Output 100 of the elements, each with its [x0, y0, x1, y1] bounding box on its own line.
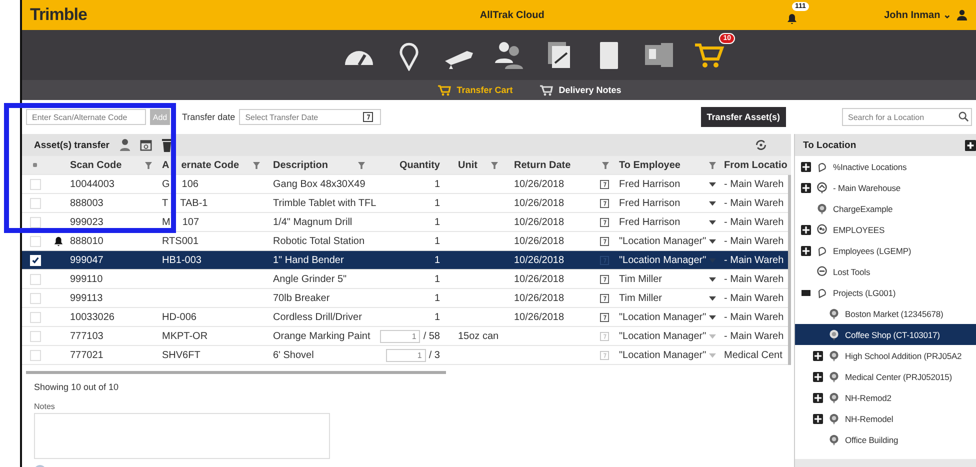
location-item[interactable]: Office Building	[795, 429, 976, 450]
table-cell: 1" Hand Bender	[273, 254, 344, 266]
add-icon[interactable]	[965, 140, 976, 150]
trimble-logo[interactable]: Trimble	[30, 5, 87, 25]
caret-icon[interactable]	[709, 200, 716, 206]
expand-icon[interactable]	[813, 372, 823, 382]
row-checkbox[interactable]	[30, 274, 40, 284]
filter-icon[interactable]	[709, 162, 716, 168]
notes-field[interactable]	[34, 413, 330, 459]
calendar-icon[interactable]	[600, 198, 609, 208]
filter-icon[interactable]	[602, 162, 609, 168]
location-item[interactable]: Coffee Shop (CT-103017)	[795, 324, 976, 345]
location-search-field[interactable]: Search for a Location	[842, 108, 972, 126]
location-item[interactable]: Medical Center (PRJ052015)	[795, 366, 976, 387]
caret-icon[interactable]	[709, 296, 716, 300]
calendar-icon[interactable]	[600, 294, 609, 302]
calendar-icon[interactable]	[600, 236, 609, 246]
column-header[interactable]: Return Date	[514, 160, 571, 170]
location-item[interactable]: High School Addition (PRJ05A2	[795, 345, 976, 366]
expand-icon[interactable]	[801, 224, 811, 234]
search-icon[interactable]	[958, 111, 969, 122]
location-pin-icon	[816, 266, 828, 278]
calendar-icon[interactable]	[600, 180, 609, 188]
subnav-tab[interactable]: Delivery Notes	[534, 82, 626, 98]
expand-icon[interactable]	[813, 392, 823, 402]
scrollbar[interactable]	[26, 371, 446, 374]
filter-icon[interactable]	[145, 162, 152, 168]
scan-code-field[interactable]: Enter Scan/Alternate Code	[26, 109, 146, 125]
location-item[interactable]: - Main Warehouse	[795, 177, 976, 198]
location-item[interactable]: ChargeExample	[795, 198, 976, 219]
bell-icon[interactable]	[786, 13, 798, 25]
expand-icon[interactable]	[813, 414, 823, 424]
location-item[interactable]: EMPLOYEES	[795, 219, 976, 240]
panel-title: To Location	[803, 140, 856, 150]
location-pin-icon	[828, 350, 840, 362]
row-checkbox[interactable]	[30, 330, 40, 342]
user-icon[interactable]	[956, 9, 968, 21]
row-checkbox[interactable]	[30, 292, 40, 304]
column-header[interactable]: Description	[273, 160, 328, 170]
table-cell: Robotic Total Station	[273, 236, 365, 246]
select-all-checkbox[interactable]	[33, 163, 37, 167]
caret-icon[interactable]	[709, 238, 716, 244]
cart-icon	[436, 84, 451, 96]
column-header[interactable]: Unit	[458, 160, 478, 170]
table-cell: G	[162, 178, 170, 190]
calendar-icon[interactable]	[600, 274, 609, 284]
quantity-field[interactable]: 1	[386, 348, 426, 362]
filter-icon[interactable]	[358, 162, 365, 168]
caret-icon[interactable]	[709, 220, 716, 224]
transfer-assets-button[interactable]: Transfer Asset(s)	[700, 107, 786, 127]
people-icon[interactable]	[493, 39, 525, 71]
caret-icon[interactable]	[709, 314, 716, 320]
location-item[interactable]: Employees (LGEMP)	[795, 240, 976, 261]
calendar-icon[interactable]	[600, 312, 609, 322]
location-item[interactable]: NH-Remodel	[795, 408, 976, 429]
expand-icon[interactable]	[801, 246, 811, 256]
trash-icon[interactable]	[160, 138, 172, 152]
filter-icon[interactable]	[253, 162, 260, 168]
notes-label: Notes	[33, 401, 56, 413]
row-checkbox[interactable]	[30, 236, 40, 246]
caret-icon[interactable]	[709, 182, 716, 186]
location-item[interactable]: NH-Remod2	[795, 387, 976, 408]
table-cell: 10/26/2018	[514, 254, 564, 266]
column-header[interactable]: A	[162, 160, 170, 170]
column-header[interactable]: Quantity	[399, 160, 440, 170]
calendar-icon[interactable]	[600, 218, 609, 226]
expand-icon[interactable]	[801, 162, 811, 172]
row-checkbox[interactable]	[30, 178, 40, 190]
calendar-icon[interactable]	[363, 112, 374, 122]
table-cell: Gang Box 48x30X49	[273, 178, 366, 190]
collapse-icon[interactable]	[801, 288, 811, 298]
refresh-icon[interactable]	[755, 138, 767, 152]
scrollbar[interactable]	[795, 459, 976, 467]
person-icon[interactable]	[118, 138, 130, 152]
row-checkbox[interactable]	[30, 350, 40, 360]
scrollbar[interactable]	[788, 175, 791, 365]
caret-icon[interactable]	[709, 276, 716, 282]
column-header[interactable]: Scan Code	[70, 160, 122, 170]
row-checkbox[interactable]	[30, 198, 40, 208]
quantity-field[interactable]: 1	[380, 330, 420, 342]
filter-icon[interactable]	[491, 162, 498, 168]
column-header[interactable]: From Locatio	[724, 160, 788, 170]
column-header[interactable]: ernate Code	[181, 160, 240, 170]
table-cell: - Main Wareh	[724, 330, 784, 342]
row-checkbox[interactable]	[30, 312, 40, 322]
column-header[interactable]: To Employee	[619, 160, 680, 170]
subnav-tab[interactable]: Transfer Cart	[432, 82, 517, 98]
expand-icon[interactable]	[801, 182, 811, 192]
transfer-date-field[interactable]: Select Transfer Date	[239, 109, 382, 125]
calendar-icon[interactable]	[140, 138, 152, 152]
table-cell: 10/26/2018	[514, 216, 564, 228]
expand-icon[interactable]	[813, 350, 823, 360]
location-item[interactable]: Boston Market (12345678)	[795, 303, 976, 324]
table-cell: 70lb Breaker	[273, 292, 330, 304]
row-checkbox[interactable]	[30, 216, 40, 228]
user-menu[interactable]: John Inman ⌄	[884, 9, 951, 21]
location-item[interactable]: Projects (LG001)	[795, 282, 976, 303]
pin-outline-icon	[816, 286, 828, 298]
location-item[interactable]: %Inactive Locations	[795, 156, 976, 177]
location-item[interactable]: Lost Tools	[795, 261, 976, 282]
